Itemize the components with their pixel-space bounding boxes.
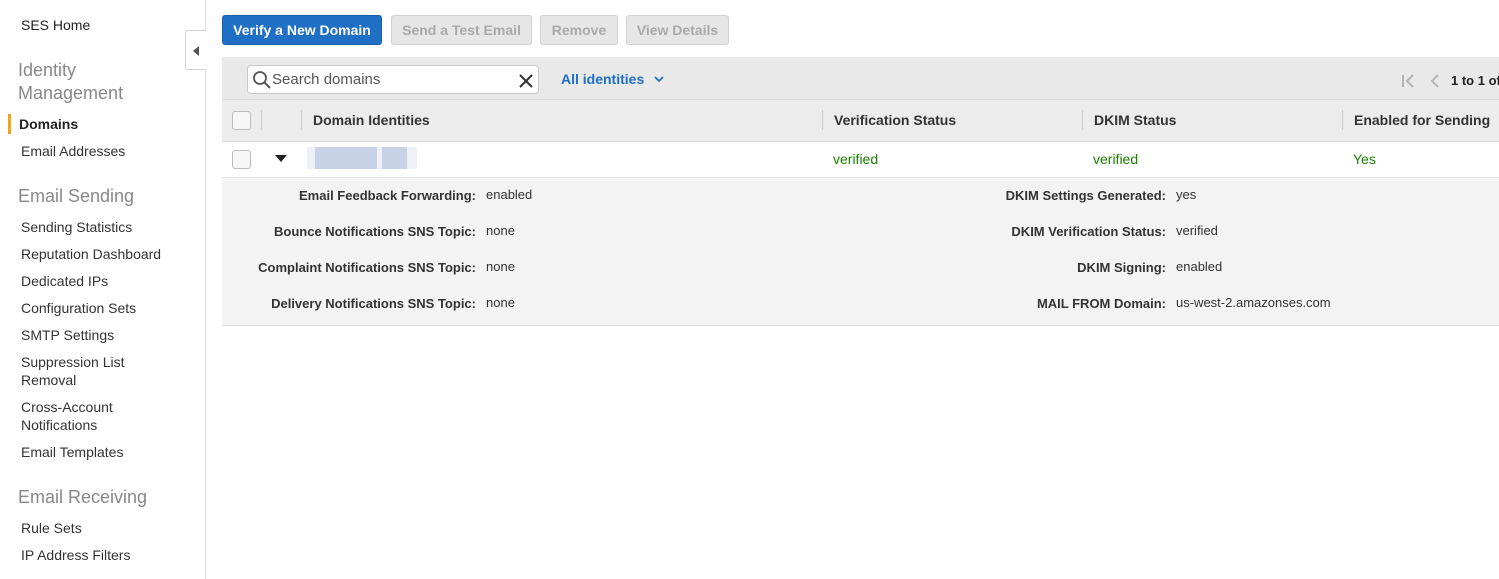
- domain-name-redacted[interactable]: [307, 147, 417, 169]
- detail-value-dkim-signing: enabled: [1176, 259, 1223, 274]
- active-indicator: [8, 114, 11, 134]
- first-page-icon[interactable]: [1400, 73, 1416, 89]
- sidebar-item-configuration-sets[interactable]: Configuration Sets: [21, 299, 136, 317]
- search-icon: [253, 71, 271, 89]
- sidebar-section-email-sending: Email Sending: [18, 186, 135, 206]
- verification-status-value: verified: [833, 151, 879, 167]
- clear-search-icon[interactable]: [518, 73, 534, 89]
- search-input[interactable]: [272, 67, 508, 92]
- column-divider: [1342, 110, 1343, 130]
- detail-label-email-feedback-forwarding: Email Feedback Forwarding:: [299, 188, 476, 203]
- column-divider: [301, 110, 302, 130]
- detail-value-mail-from-domain: us-west-2.amazonses.com: [1176, 295, 1331, 310]
- column-header-enabled-for-sending[interactable]: Enabled for Sending: [1354, 112, 1490, 128]
- detail-value-complaint-notifications: none: [486, 259, 515, 274]
- identity-filter-label: All identities: [561, 71, 645, 87]
- expand-row-icon[interactable]: [275, 155, 287, 163]
- verify-new-domain-button[interactable]: Verify a New Domain: [222, 15, 382, 45]
- sidebar-section-email-receiving: Email Receiving: [18, 487, 148, 507]
- sidebar-collapse-button[interactable]: [185, 30, 206, 70]
- sidebar-item-email-templates[interactable]: Email Templates: [21, 443, 123, 461]
- sidebar-item-email-addresses[interactable]: Email Addresses: [21, 142, 125, 160]
- view-details-button[interactable]: View Details: [626, 15, 729, 45]
- pagination-text: 1 to 1 of: [1451, 73, 1499, 88]
- column-divider: [261, 110, 262, 130]
- detail-label-dkim-verification-status: DKIM Verification Status:: [1011, 224, 1166, 239]
- sidebar-section-identity-management: Identity Management: [18, 60, 124, 103]
- column-header-dkim-status[interactable]: DKIM Status: [1094, 112, 1176, 128]
- detail-label-mail-from-domain: MAIL FROM Domain:: [1036, 296, 1166, 311]
- sidebar: SES Home Identity Management Domains Ema…: [0, 0, 206, 579]
- sidebar-item-domains[interactable]: Domains: [19, 115, 78, 133]
- remove-button[interactable]: Remove: [540, 15, 618, 45]
- detail-label-dkim-signing: DKIM Signing:: [1077, 260, 1166, 275]
- sidebar-item-sending-statistics[interactable]: Sending Statistics: [21, 218, 132, 236]
- previous-page-icon[interactable]: [1428, 73, 1442, 89]
- detail-value-delivery-notifications: none: [486, 295, 515, 310]
- chevron-down-icon: [654, 76, 664, 83]
- sidebar-item-suppression-list-removal[interactable]: Suppression List Removal: [21, 353, 151, 389]
- detail-label-complaint-notifications: Complaint Notifications SNS Topic:: [258, 260, 476, 275]
- column-divider: [822, 110, 823, 130]
- chevron-left-icon: [193, 46, 199, 56]
- detail-value-bounce-notifications: none: [486, 223, 515, 238]
- sidebar-item-rule-sets[interactable]: Rule Sets: [21, 519, 82, 537]
- dkim-status-value: verified: [1093, 151, 1139, 167]
- row-checkbox[interactable]: [232, 150, 251, 169]
- select-all-checkbox[interactable]: [232, 111, 251, 130]
- column-header-domain-identities[interactable]: Domain Identities: [313, 112, 430, 128]
- enabled-for-sending-value: Yes: [1353, 151, 1376, 167]
- send-test-email-button[interactable]: Send a Test Email: [391, 15, 532, 45]
- sidebar-item-cross-account-notifications[interactable]: Cross-Account Notifications: [21, 398, 141, 434]
- sidebar-item-smtp-settings[interactable]: SMTP Settings: [21, 326, 114, 344]
- detail-value-dkim-verification-status: verified: [1176, 223, 1218, 238]
- sidebar-item-reputation-dashboard[interactable]: Reputation Dashboard: [21, 245, 161, 263]
- detail-label-delivery-notifications: Delivery Notifications SNS Topic:: [271, 296, 476, 311]
- detail-value-dkim-settings-generated: yes: [1176, 187, 1197, 202]
- sidebar-item-ip-address-filters[interactable]: IP Address Filters: [21, 546, 130, 564]
- detail-label-dkim-settings-generated: DKIM Settings Generated:: [1005, 188, 1166, 203]
- sidebar-item-dedicated-ips[interactable]: Dedicated IPs: [21, 272, 108, 290]
- column-header-verification-status[interactable]: Verification Status: [834, 112, 956, 128]
- detail-value-email-feedback-forwarding: enabled: [486, 187, 533, 202]
- column-divider: [1082, 110, 1083, 130]
- sidebar-item-ses-home[interactable]: SES Home: [21, 17, 90, 33]
- identity-filter-dropdown[interactable]: All identities: [561, 71, 644, 87]
- detail-label-bounce-notifications: Bounce Notifications SNS Topic:: [274, 224, 476, 239]
